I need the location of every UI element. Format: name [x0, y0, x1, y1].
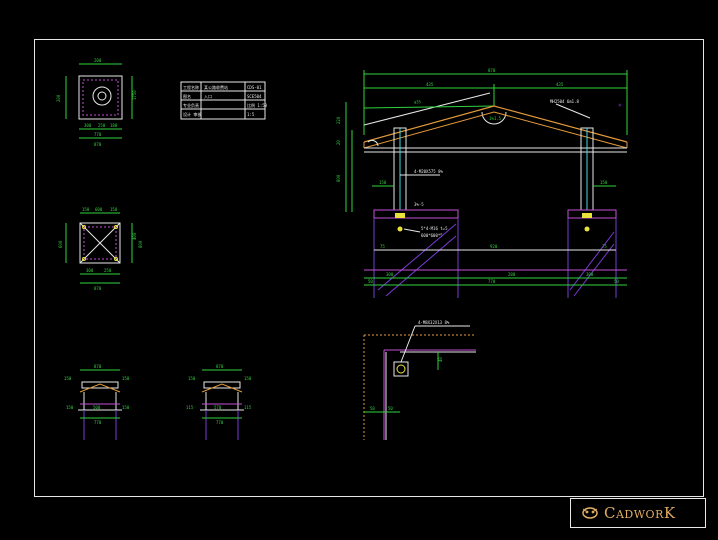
plan-top-dim-bottom: 770 [94, 132, 102, 137]
elev-right-top: 870 [216, 364, 224, 369]
main-slope-dim: 435 [413, 99, 421, 105]
main-top-dim-a: 435 [426, 82, 434, 87]
base-plate-left [373, 209, 459, 219]
elev-left-row2-b: 500 [93, 405, 101, 410]
elev-left-row2-c: 150 [122, 405, 130, 410]
plan-mid-dim-overall: 870 [94, 286, 102, 291]
main-left-dim-c: 800 [336, 174, 341, 182]
title-block-table: 工程名称 某公路收费站 CDS-01 图名 入口 SCE504 专业负责 比例 … [180, 81, 268, 120]
elev-right-mid-a: 150 [188, 376, 196, 381]
plan-top-outline [78, 75, 123, 120]
plan-mid-dim-top-c: 150 [110, 207, 118, 212]
main-bottom-dim-b: 280 [508, 272, 516, 277]
plan-mid-right-b: 800 [138, 240, 143, 248]
elev-left-row2-a: 150 [66, 405, 74, 410]
detail-bolt [396, 364, 406, 374]
plan-mid-dim-top-a: 150 [82, 207, 90, 212]
detail-plate [393, 361, 409, 377]
table-r2-c0: 专业负责 [183, 102, 199, 108]
table-r1-c1: 入口 [204, 94, 212, 99]
elev-left-mid-a: 150 [64, 376, 72, 381]
cad-drawing-canvas: 200 300 250 180 770 870 200 1750 工程名称 某公… [34, 39, 704, 497]
elevation-left-view: 870 150 150 150 500 150 770 [64, 364, 130, 440]
plan-top-side-dim: 200 [56, 94, 61, 102]
main-base-dim-a: 75 [380, 244, 385, 249]
corner-detail-view: 4-M8X32X13 8% 40 50 50 [363, 320, 476, 440]
plan-top-dim-mid-a: 300 [84, 123, 92, 128]
elev-right-mid-c: 150 [244, 376, 252, 381]
elev-left-mid-c: 150 [122, 376, 130, 381]
logo-text: CadworK [604, 504, 676, 522]
table-r3-c2: 1:5 [247, 112, 255, 117]
main-beam-label: MH2504 6m1.8 [550, 99, 579, 104]
main-edge-left: 50 [368, 279, 373, 284]
main-note-b: 3%-5 [414, 202, 424, 207]
detail-dim-v: 40 [438, 357, 443, 362]
anchor-note-1: 5*4-M16 t=5 [421, 226, 448, 231]
plan-top-circle-inner [97, 91, 107, 101]
detail-note: 4-M8X32X13 8% [418, 320, 450, 325]
plan-mid-right-a: 400 [132, 232, 137, 240]
detail-dim-h: 50 [370, 406, 375, 411]
main-col-note: 4-M20X575 8% [414, 169, 443, 174]
main-col-dim-right: 150 [600, 180, 608, 185]
plan-mid-dim-top-b: 600 [95, 207, 103, 212]
table-r1-c0: 图名 [183, 93, 191, 99]
table-r2-c2: 比例 1:50 [247, 102, 268, 108]
plan-mid-dim-bot-b: 250 [104, 268, 112, 273]
detail-dim-small: 50 [388, 406, 393, 411]
plan-mid-dim-bot-a: 300 [86, 268, 94, 273]
main-axis-marker: × [618, 102, 622, 109]
main-section-view: 870 435 435 435 1%1.5 MH2504 6m1.8 × 220… [336, 68, 628, 298]
plan-top-view: 200 300 250 180 770 870 200 1750 [56, 58, 137, 147]
elev-right-row2-c: 115 [244, 405, 252, 410]
plan-middle-view: 150 600 150 300 250 870 600 400 800 [58, 207, 143, 291]
main-top-overall: 870 [488, 68, 496, 73]
elev-right-row2-a: 115 [186, 405, 194, 410]
main-left-dim-a: 220 [336, 116, 341, 124]
elev-left-top: 870 [94, 364, 102, 369]
main-top-dim-b: 435 [556, 82, 564, 87]
plan-top-right-dim: 1750 [132, 90, 137, 100]
main-bottom-dim-a: 300 [386, 272, 394, 277]
plan-top-dim-mid-b: 250 [98, 123, 106, 128]
plan-top-dim-top: 200 [94, 58, 102, 63]
plan-top-circle [92, 86, 112, 106]
elev-right-row2-b: 570 [214, 405, 222, 410]
main-bottom-dim-c: 300 [586, 272, 594, 277]
table-r0-c1: 某公路收费站 [204, 84, 228, 90]
plan-top-inner [82, 79, 119, 116]
cad-drawing-sheet: 200 300 250 180 770 870 200 1750 工程名称 某公… [0, 0, 718, 536]
main-col-dim-left: 150 [379, 180, 387, 185]
table-r3-c0: 设计 审核 [183, 111, 201, 117]
plan-top-dim-mid-c: 180 [110, 123, 118, 128]
table-r1-c2: SCE504 [247, 94, 262, 99]
plan-mid-side-dim: 600 [58, 240, 63, 248]
main-base-dim-b: 920 [490, 244, 498, 249]
plan-top-dim-overall: 870 [94, 142, 102, 147]
elevation-right-view: 870 150 150 115 570 115 770 [186, 364, 252, 440]
cadwork-logo-icon [582, 507, 598, 519]
elev-left-bottom: 770 [94, 420, 102, 425]
elev-right-bottom: 770 [216, 420, 224, 425]
table-r0-c0: 工程名称 [183, 84, 199, 90]
main-edge-right: 50 [614, 279, 619, 284]
main-slope-label: 1%1.5 [489, 116, 502, 121]
main-left-dim-b: 20 [336, 140, 341, 145]
table-r0-c2: CDS-01 [247, 85, 262, 90]
main-base-dim-c: 75 [602, 244, 607, 249]
main-bottom-overall: 770 [488, 279, 496, 284]
